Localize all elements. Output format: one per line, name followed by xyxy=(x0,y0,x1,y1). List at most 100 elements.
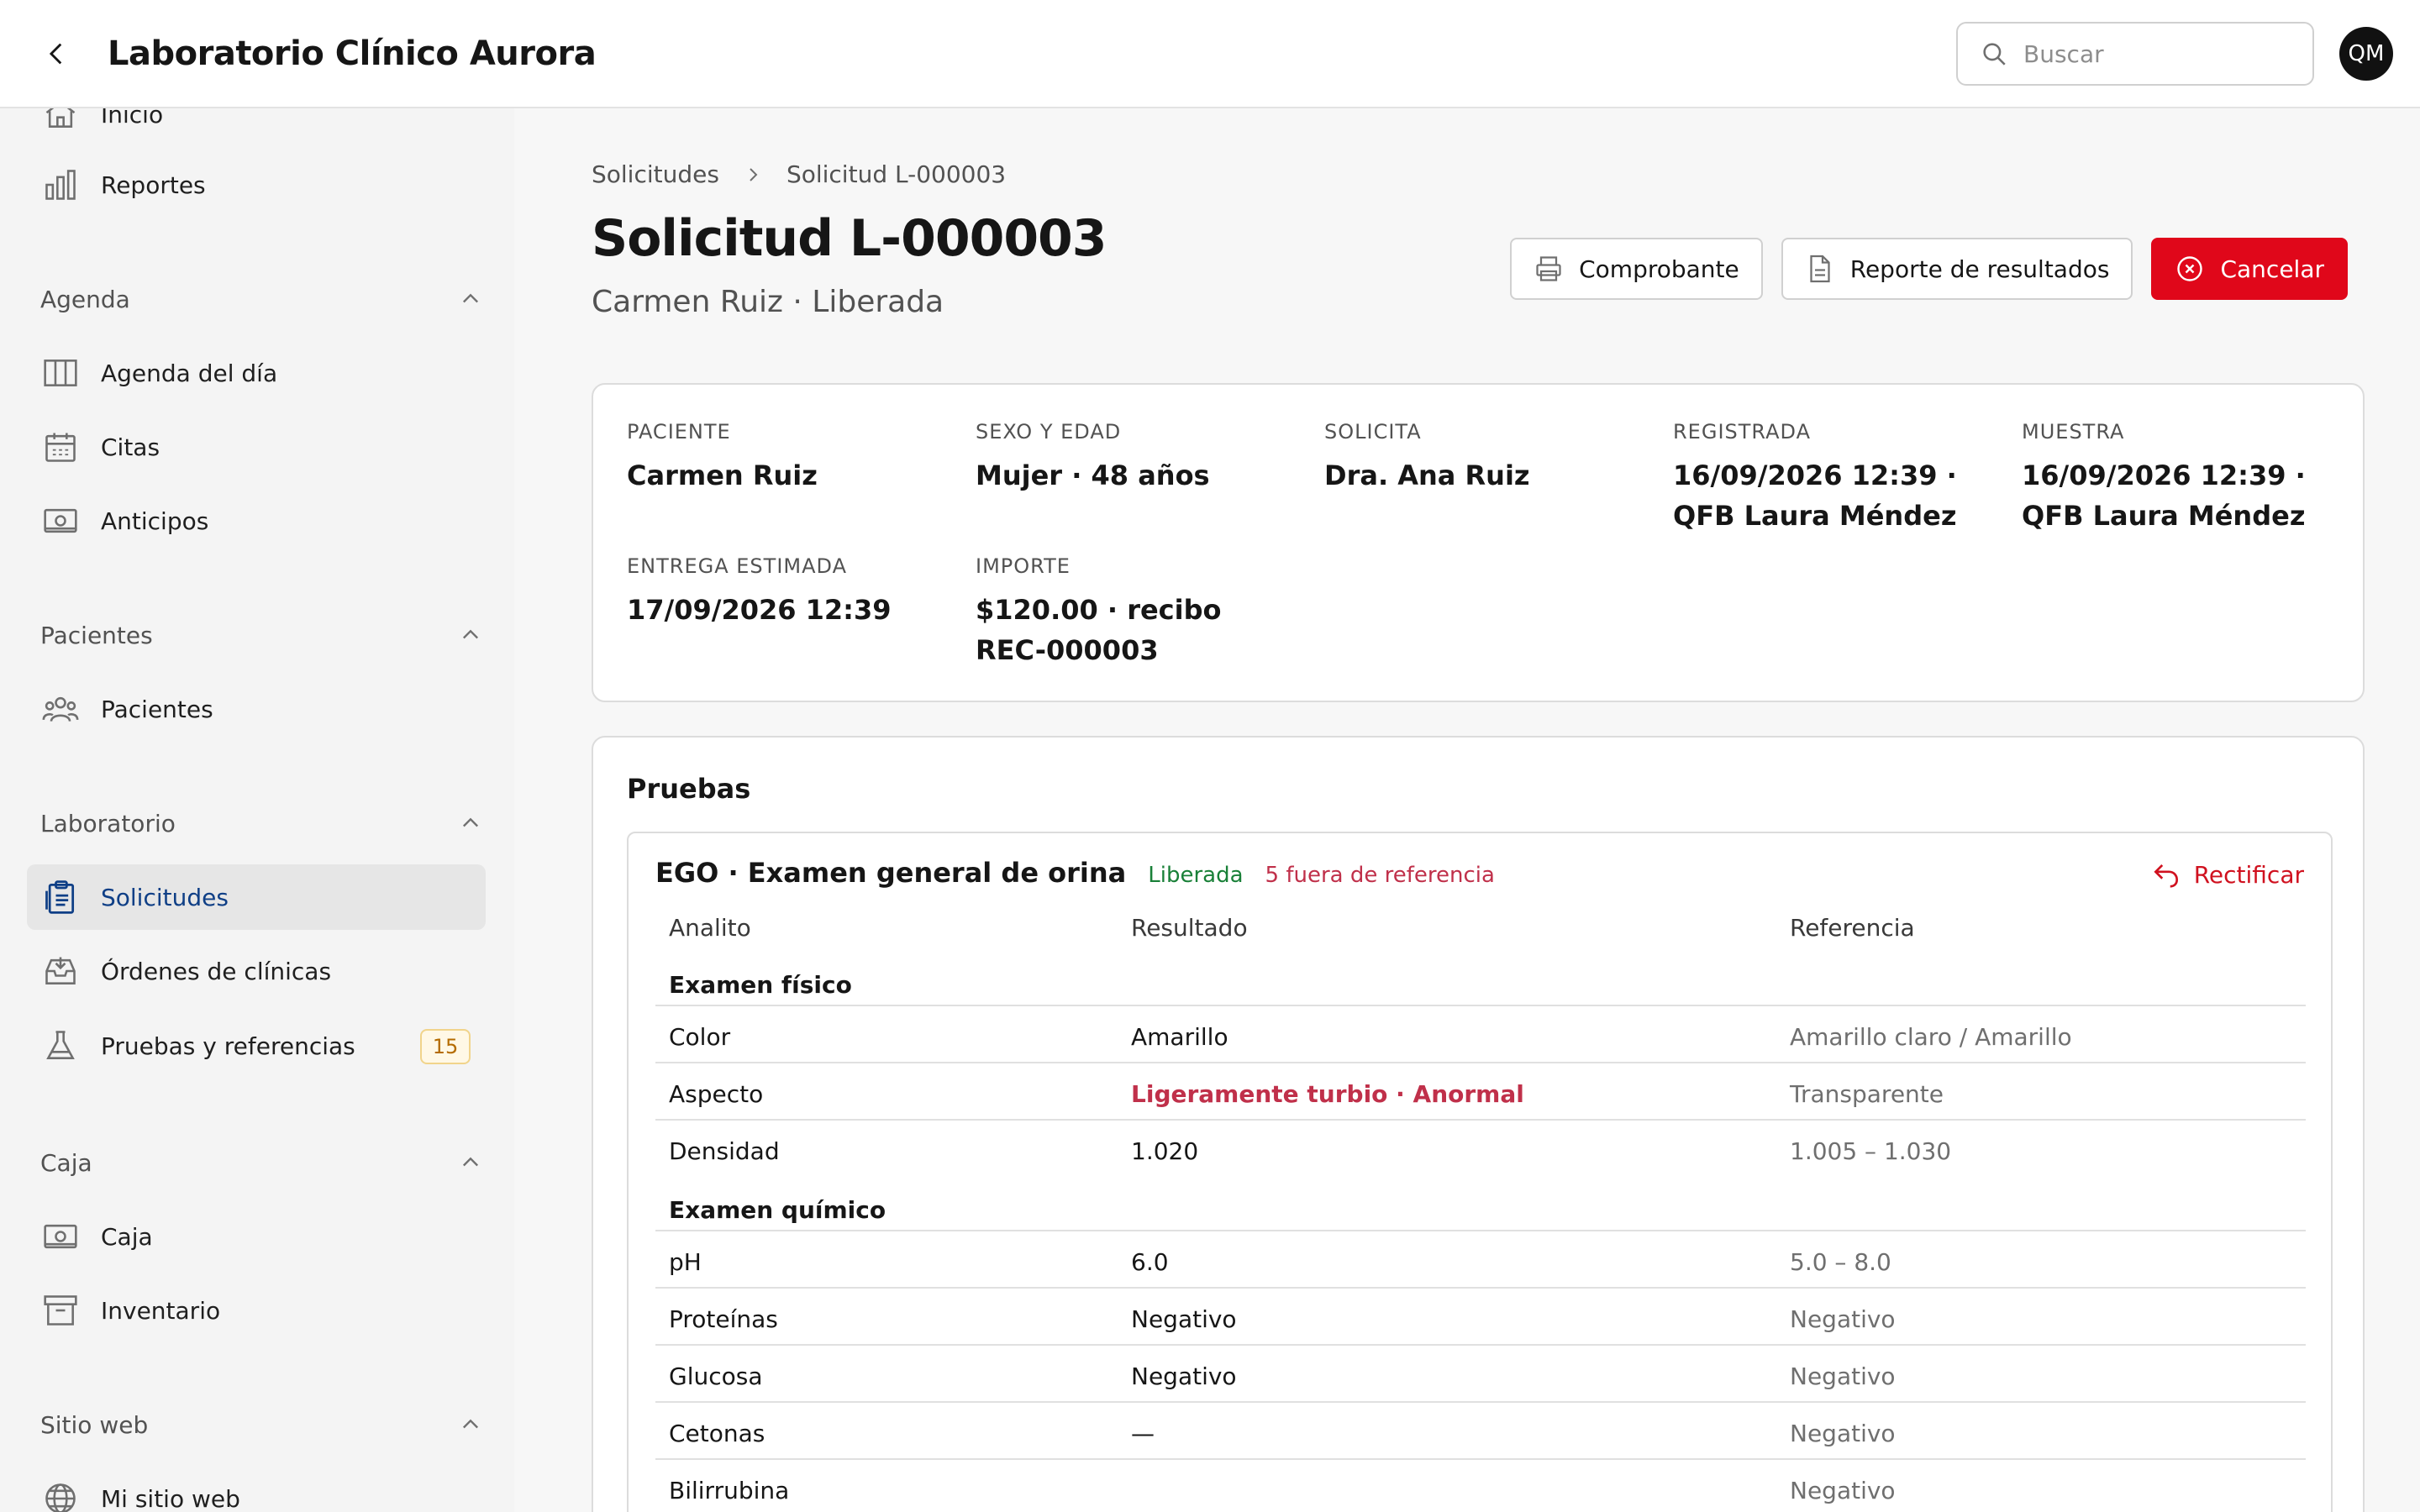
sidebar-item-citas[interactable]: Citas xyxy=(27,414,486,480)
info-requested-by: SOLICITA Dra. Ana Ruiz xyxy=(1324,420,1644,496)
table-row: Bilirrubina Negativo xyxy=(655,1460,2306,1512)
table-row: pH 6.0 5.0 – 8.0 xyxy=(655,1231,2306,1289)
cancel-button-label: Cancelar xyxy=(2220,255,2324,283)
receipt-button[interactable]: Comprobante xyxy=(1510,238,1763,300)
info-label: ENTREGA ESTIMADA xyxy=(627,554,847,578)
table-header: Analito Resultado Referencia xyxy=(655,906,2306,953)
table-row: Densidad 1.020 1.005 – 1.030 xyxy=(655,1121,2306,1178)
sidebar-item-label: Pruebas y referencias xyxy=(101,1032,355,1060)
table-row: Cetonas — Negativo xyxy=(655,1403,2306,1460)
reference-cell: Transparente xyxy=(1790,1080,1944,1108)
info-value: Carmen Ruiz xyxy=(627,459,818,491)
group-name: Examen físico xyxy=(669,971,852,999)
sidebar-item-inicio[interactable]: Inicio xyxy=(27,108,486,147)
rectify-button[interactable]: Rectificar xyxy=(2150,858,2304,890)
info-sex-age: SEXO Y EDAD Mujer · 48 años xyxy=(976,420,1295,496)
sidebar-item-label: Anticipos xyxy=(101,507,209,535)
user-avatar[interactable]: QM xyxy=(2339,27,2393,81)
result-cell: — xyxy=(1131,1420,1155,1447)
clipboard-icon xyxy=(42,879,79,916)
result-cell: Negativo xyxy=(1131,1305,1237,1333)
sidebar-item-inventario[interactable]: Inventario xyxy=(27,1278,486,1343)
search-box[interactable] xyxy=(1956,22,2314,86)
archive-icon xyxy=(42,1292,79,1329)
sidebar-section-pacientes[interactable]: Pacientes xyxy=(40,614,486,656)
info-value: Mujer · 48 años xyxy=(976,459,1210,491)
top-header: Laboratorio Clínico Aurora QM xyxy=(0,0,2420,108)
sidebar-item-agenda-del-dia[interactable]: Agenda del día xyxy=(27,340,486,406)
undo-icon xyxy=(2150,858,2182,890)
sidebar-item-pruebas-y-referencias[interactable]: Pruebas y referencias 15 xyxy=(27,1013,486,1079)
sidebar-item-label: Mi sitio web xyxy=(101,1484,240,1512)
cancel-button[interactable]: Cancelar xyxy=(2151,238,2348,300)
info-value: 16/09/2026 12:39 · QFB Laura Méndez xyxy=(1673,459,1957,532)
count-badge: 15 xyxy=(420,1029,471,1064)
sidebar-item-anticipos[interactable]: Anticipos xyxy=(27,488,486,554)
sidebar-item-mi-sitio-web[interactable]: Mi sitio web xyxy=(27,1466,486,1512)
result-cell-abnormal: Ligeramente turbio · Anormal xyxy=(1131,1080,1524,1108)
back-button[interactable] xyxy=(37,34,77,74)
analyte-cell: Aspecto xyxy=(669,1080,764,1108)
info-registered: REGISTRADA 16/09/2026 12:39 · QFB Laura … xyxy=(1673,420,1992,536)
test-header: EGO · Examen general de orina Liberada 5… xyxy=(655,857,1495,889)
home-icon xyxy=(42,108,79,133)
info-patient: PACIENTE Carmen Ruiz xyxy=(627,420,946,496)
users-icon xyxy=(42,690,79,727)
search-input[interactable] xyxy=(2023,39,2292,68)
tests-card: Pruebas EGO · Examen general de orina Li… xyxy=(592,736,2365,1512)
results-report-button[interactable]: Reporte de resultados xyxy=(1781,238,2133,300)
section-label: Laboratorio xyxy=(40,809,176,837)
sidebar-item-ordenes-de-clinicas[interactable]: Órdenes de clínicas xyxy=(27,938,486,1004)
analyte-cell: Proteínas xyxy=(669,1305,778,1333)
column-header-analyte: Analito xyxy=(669,914,751,942)
analyte-cell: Cetonas xyxy=(669,1420,765,1447)
sidebar-item-reportes[interactable]: Reportes xyxy=(27,152,486,218)
analyte-cell: pH xyxy=(669,1248,702,1276)
test-name: EGO · Examen general de orina xyxy=(655,857,1127,889)
page-title: Solicitud L-000003 xyxy=(592,209,1107,268)
reference-cell: Amarillo claro / Amarillo xyxy=(1790,1023,2072,1051)
sidebar-item-label: Agenda del día xyxy=(101,359,278,387)
table-row: Aspecto Ligeramente turbio · Anormal Tra… xyxy=(655,1063,2306,1121)
tests-title: Pruebas xyxy=(627,773,751,805)
sidebar-item-label: Caja xyxy=(101,1222,153,1251)
sidebar-section-caja[interactable]: Caja xyxy=(40,1142,486,1184)
sidebar-section-agenda[interactable]: Agenda xyxy=(40,278,486,320)
info-label: IMPORTE xyxy=(976,554,1071,578)
result-cell: 1.020 xyxy=(1131,1137,1199,1165)
sidebar: Inicio Reportes Agenda Agenda del día Ci… xyxy=(0,108,514,1512)
result-cell: Amarillo xyxy=(1131,1023,1228,1051)
status-badge: Liberada xyxy=(1148,863,1244,888)
chevron-left-icon xyxy=(49,43,62,65)
inbox-icon xyxy=(42,953,79,990)
table-row: Glucosa Negativo Negativo xyxy=(655,1346,2306,1403)
sidebar-section-laboratorio[interactable]: Laboratorio xyxy=(40,802,486,844)
sidebar-item-label: Solicitudes xyxy=(101,883,229,911)
sidebar-item-solicitudes[interactable]: Solicitudes xyxy=(27,864,486,930)
breadcrumb-link-solicitudes[interactable]: Solicitudes xyxy=(592,160,719,188)
result-cell: Negativo xyxy=(1131,1362,1237,1390)
request-info-card: PACIENTE Carmen Ruiz SEXO Y EDAD Mujer ·… xyxy=(592,383,2365,702)
close-circle-icon xyxy=(2175,254,2205,284)
section-label: Caja xyxy=(40,1148,92,1177)
column-header-result: Resultado xyxy=(1131,914,1248,942)
test-panel: EGO · Examen general de orina Liberada 5… xyxy=(627,832,2333,1512)
app-title: Laboratorio Clínico Aurora xyxy=(108,34,597,73)
info-label: PACIENTE xyxy=(627,420,731,444)
calendar-icon xyxy=(42,428,79,465)
analyte-cell: Glucosa xyxy=(669,1362,763,1390)
columns-icon xyxy=(42,354,79,391)
sidebar-item-pacientes[interactable]: Pacientes xyxy=(27,676,486,742)
bar-chart-icon xyxy=(42,166,79,203)
table-group-row: Examen físico xyxy=(655,953,2306,1006)
out-of-range-badge: 5 fuera de referencia xyxy=(1265,863,1495,888)
info-value: $120.00 · recibo REC-000003 xyxy=(976,594,1222,666)
sidebar-section-sitio-web[interactable]: Sitio web xyxy=(40,1404,486,1446)
rectify-label: Rectificar xyxy=(2193,860,2304,889)
results-table: Analito Resultado Referencia Examen físi… xyxy=(655,906,2306,1512)
section-label: Sitio web xyxy=(40,1410,149,1439)
info-label: REGISTRADA xyxy=(1673,420,1812,444)
document-icon xyxy=(1805,254,1835,284)
sidebar-item-caja[interactable]: Caja xyxy=(27,1204,486,1269)
cash-icon xyxy=(42,1218,79,1255)
